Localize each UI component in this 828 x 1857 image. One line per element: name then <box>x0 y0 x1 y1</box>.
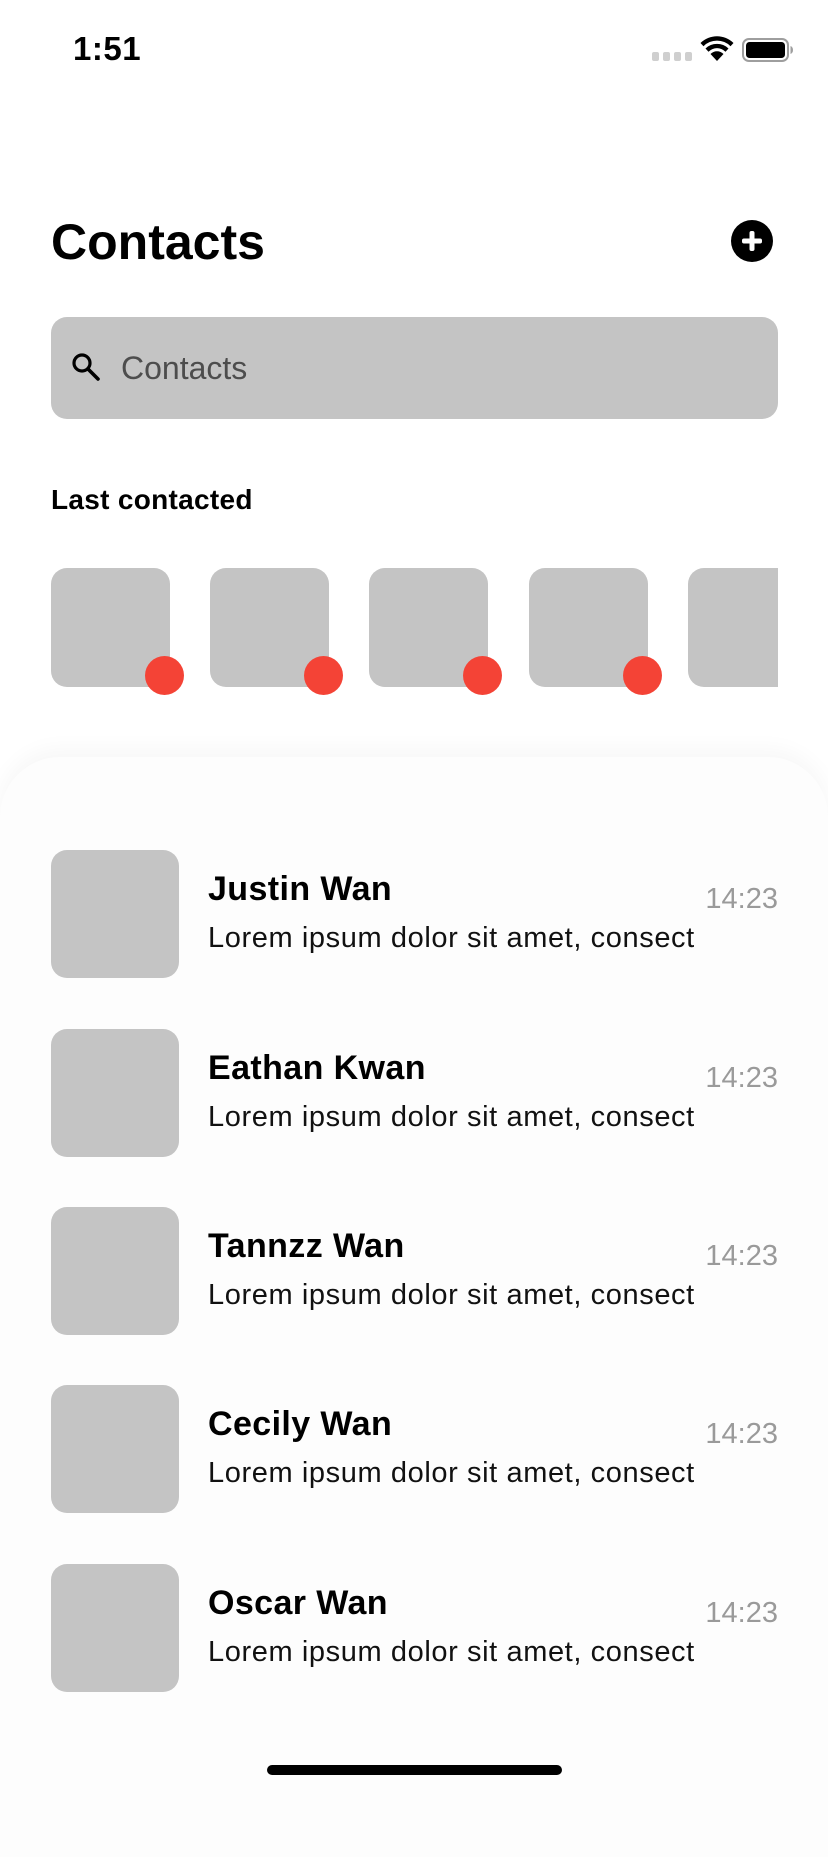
avatar <box>51 1385 179 1513</box>
contact-name: Oscar Wan <box>208 1584 388 1622</box>
contact-timestamp: 14:23 <box>705 1418 778 1450</box>
status-badge <box>304 656 343 695</box>
add-contact-button[interactable] <box>731 220 773 262</box>
search-input[interactable] <box>121 345 741 391</box>
recent-contact-avatar[interactable] <box>210 568 343 695</box>
contact-name: Cecily Wan <box>208 1405 393 1443</box>
cellular-signal-icon <box>652 52 692 61</box>
contact-timestamp: 14:23 <box>705 1062 778 1094</box>
recent-contact-avatar[interactable] <box>529 568 662 695</box>
search-icon <box>72 353 100 381</box>
last-contacted-heading: Last contacted <box>51 484 253 515</box>
avatar <box>51 1564 179 1692</box>
home-indicator[interactable] <box>267 1765 562 1775</box>
contact-message-preview: Lorem ipsum dolor sit amet, consect <box>208 1279 695 1311</box>
status-badge <box>145 656 184 695</box>
battery-icon <box>742 38 793 62</box>
contact-message-preview: Lorem ipsum dolor sit amet, consect <box>208 1101 695 1133</box>
recent-contact-avatar[interactable] <box>51 568 184 695</box>
contact-message-preview: Lorem ipsum dolor sit amet, consect <box>208 1636 695 1668</box>
contact-row[interactable]: Oscar Wan Lorem ipsum dolor sit amet, co… <box>51 1564 778 1692</box>
contact-message-preview: Lorem ipsum dolor sit amet, consect <box>208 1457 695 1489</box>
status-badge <box>623 656 662 695</box>
contact-row[interactable]: Cecily Wan Lorem ipsum dolor sit amet, c… <box>51 1385 778 1513</box>
avatar <box>51 1029 179 1157</box>
contact-row[interactable]: Eathan Kwan Lorem ipsum dolor sit amet, … <box>51 1029 778 1157</box>
status-badge <box>463 656 502 695</box>
status-time: 1:51 <box>73 30 142 67</box>
contact-name: Tannzz Wan <box>208 1227 405 1265</box>
contact-timestamp: 14:23 <box>705 1240 778 1272</box>
recent-contact-avatar[interactable] <box>688 568 778 687</box>
contact-name: Justin Wan <box>208 870 393 908</box>
contact-row[interactable]: Justin Wan Lorem ipsum dolor sit amet, c… <box>51 850 778 978</box>
wifi-icon <box>700 36 734 61</box>
last-contacted-strip[interactable] <box>51 566 778 696</box>
search-bar[interactable] <box>51 317 778 419</box>
page-title: Contacts <box>51 214 265 270</box>
contact-timestamp: 14:23 <box>705 883 778 915</box>
avatar <box>51 850 179 978</box>
contact-message-preview: Lorem ipsum dolor sit amet, consect <box>208 922 695 954</box>
avatar <box>51 1207 179 1335</box>
status-bar: 1:51 <box>0 0 828 100</box>
contact-name: Eathan Kwan <box>208 1049 426 1087</box>
contact-row[interactable]: Tannzz Wan Lorem ipsum dolor sit amet, c… <box>51 1207 778 1335</box>
contact-timestamp: 14:23 <box>705 1597 778 1629</box>
recent-contact-avatar[interactable] <box>369 568 502 695</box>
